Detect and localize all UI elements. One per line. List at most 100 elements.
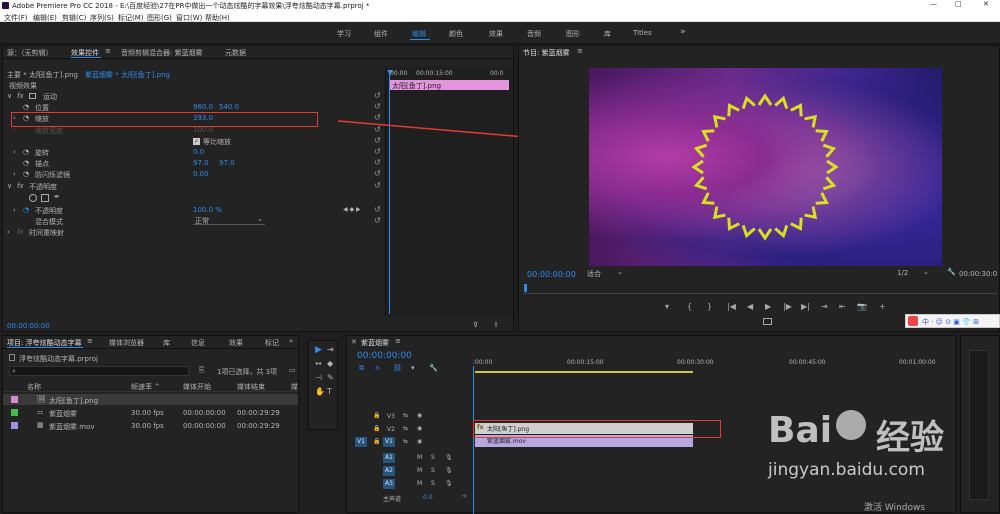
sync-lock-icon[interactable]: ⇆ <box>403 425 408 432</box>
tab-metadata[interactable]: 元数据 <box>225 48 246 58</box>
lock-icon[interactable]: 🔒 <box>373 412 380 419</box>
rectangle-mask-icon[interactable] <box>41 194 49 202</box>
uniform-scale-checkbox[interactable]: ✓ <box>193 138 200 145</box>
workspace-editing[interactable]: 编辑 <box>412 29 426 39</box>
stopwatch-icon[interactable]: ◔ <box>23 103 29 111</box>
blend-mode-select[interactable]: 正常 ⌄ <box>193 215 265 225</box>
lock-icon[interactable]: 🔒 <box>373 425 380 432</box>
mute-icon[interactable]: M <box>417 467 422 474</box>
export-icon[interactable]: ⇪ <box>493 321 499 329</box>
reset-icon[interactable]: ↺ <box>374 147 381 156</box>
tab-markers[interactable]: 标记 <box>265 338 279 348</box>
timeline-playhead[interactable] <box>473 366 474 514</box>
tab-libraries[interactable]: 库 <box>163 338 170 348</box>
program-timecode[interactable]: 00:00:00:00 <box>527 270 576 279</box>
minimize-button[interactable]: — <box>930 0 937 8</box>
safe-margins-icon[interactable] <box>763 318 772 325</box>
project-folder-icon[interactable]: ▭ <box>289 366 296 374</box>
position-x-value[interactable]: 960.0 <box>193 103 213 111</box>
zoom-select[interactable]: 适合 ⌄ <box>585 268 625 278</box>
reset-icon[interactable]: ↺ <box>374 181 381 190</box>
anchor-y-value[interactable]: 97.0 <box>219 159 235 167</box>
source-patch-v1[interactable]: V1 <box>355 437 367 447</box>
table-row[interactable]: 🖼 太阳[鱼丁].png <box>3 394 298 405</box>
ellipse-mask-icon[interactable] <box>29 194 37 202</box>
keyframe-navigator[interactable]: ◀ ◆ ▶ <box>343 206 361 213</box>
reset-icon[interactable]: ↺ <box>374 125 381 134</box>
expand-chevron-icon[interactable]: › <box>7 228 10 236</box>
snap-icon[interactable]: ∩ <box>375 364 380 372</box>
button-editor-button[interactable]: + <box>879 302 886 311</box>
project-menu-icon[interactable]: ≡ <box>87 337 93 345</box>
work-area-bar[interactable] <box>475 371 693 373</box>
play-button[interactable]: ▶ <box>765 302 771 311</box>
workspace-effects[interactable]: 效果 <box>489 29 503 39</box>
close-button[interactable]: ✕ <box>983 0 989 8</box>
mark-out-button[interactable]: } <box>707 302 712 311</box>
search-input[interactable]: ⌕ <box>9 366 189 376</box>
workspace-audio[interactable]: 音频 <box>527 29 541 39</box>
anti-flicker-value[interactable]: 0.00 <box>193 170 209 178</box>
workspace-color[interactable]: 颜色 <box>449 29 463 39</box>
track-label[interactable]: A2 <box>383 466 395 476</box>
filter-icon[interactable]: ⊽ <box>473 321 478 329</box>
stopwatch-icon[interactable]: ◔ <box>23 206 29 214</box>
mute-icon[interactable]: M <box>417 454 422 461</box>
keyframe-clip-bar[interactable]: 太阳[鱼丁].png <box>389 80 509 90</box>
pen-tool-icon[interactable]: ✎ <box>327 373 334 382</box>
anchor-x-value[interactable]: 97.0 <box>193 159 209 167</box>
tab-info[interactable]: 信息 <box>191 338 205 348</box>
track-label[interactable]: V3 <box>387 413 395 420</box>
go-to-out-button[interactable]: ▶| <box>801 302 810 311</box>
expand-chevron-icon[interactable]: › <box>13 206 16 214</box>
add-marker-button[interactable]: ▾ <box>665 302 669 311</box>
column-more[interactable]: 媒 <box>291 382 298 392</box>
extract-button[interactable]: ⇤ <box>839 302 846 311</box>
workspace-graphics[interactable]: 图形 <box>566 29 580 39</box>
maximize-button[interactable]: □ <box>955 0 962 8</box>
reset-icon[interactable]: ↺ <box>374 205 381 214</box>
tab-media-browser[interactable]: 媒体浏览器 <box>109 338 144 348</box>
lift-button[interactable]: ⇥ <box>821 302 828 311</box>
ripple-edit-tool-icon[interactable]: ↔ <box>315 359 322 368</box>
expand-chevron-icon[interactable]: › <box>13 148 16 156</box>
go-to-in-button[interactable]: |◀ <box>727 302 736 311</box>
expand-chevron-icon[interactable]: ∨ <box>7 182 12 190</box>
timeline-settings-icon[interactable]: 🔧 <box>429 364 438 372</box>
workspace-assembly[interactable]: 组件 <box>374 29 388 39</box>
quality-select[interactable]: 1/2 ⌄ <box>897 268 933 278</box>
nest-toggle-icon[interactable]: ⧉ <box>359 364 364 373</box>
master-track-end-icon[interactable]: ⊣ <box>461 493 466 500</box>
step-back-button[interactable]: ◀ <box>747 302 753 311</box>
razor-tool-icon[interactable]: ◆ <box>327 359 333 368</box>
sync-lock-icon[interactable]: ⇆ <box>403 412 408 419</box>
track-select-tool-icon[interactable]: ⇥ <box>327 345 334 354</box>
table-row[interactable]: ▦ 紫蓝烟雾.mov 30.00 fps 00:00:00:00 00:00:2… <box>3 420 298 431</box>
reset-icon[interactable]: ↺ <box>374 169 381 178</box>
expand-chevron-icon[interactable]: › <box>13 170 16 178</box>
timeline-timecode[interactable]: 00:00:00:00 <box>357 351 412 361</box>
master-clip-label[interactable]: 主要 * 太阳[鱼丁].png <box>7 70 78 80</box>
solo-icon[interactable]: S <box>431 480 435 487</box>
fx-badge[interactable]: fx <box>17 92 24 100</box>
timeline-ruler[interactable]: :00:00 00:00:15:00 00:00:30:00 00:00:45:… <box>473 358 953 376</box>
column-fps[interactable]: 帧速率 ^ <box>131 382 160 392</box>
step-forward-button[interactable]: |▶ <box>783 302 792 311</box>
position-y-value[interactable]: 540.0 <box>219 103 239 111</box>
workspace-libraries[interactable]: 库 <box>604 29 611 39</box>
stopwatch-icon[interactable]: ◔ <box>23 148 29 156</box>
tab-effects[interactable]: 效果 <box>229 338 243 348</box>
export-frame-button[interactable]: 📷 <box>857 302 867 311</box>
expand-chevron-icon[interactable]: ∨ <box>7 92 12 100</box>
reset-icon[interactable]: ↺ <box>374 158 381 167</box>
master-track-value[interactable]: 0.0 <box>423 494 433 501</box>
hand-tool-icon[interactable]: ✋ <box>315 387 325 396</box>
reset-icon[interactable]: ↺ <box>374 136 381 145</box>
fx-badge[interactable]: fx <box>17 182 24 190</box>
effect-panel-menu-icon[interactable]: ≡ <box>105 47 111 55</box>
slip-tool-icon[interactable]: ⊣ <box>315 373 322 382</box>
timeline-close-icon[interactable]: ✕ <box>351 338 357 346</box>
solo-icon[interactable]: S <box>431 454 435 461</box>
tab-audio-mixer[interactable]: 音频剪辑混合器: 紫蓝烟雾 <box>121 48 203 58</box>
effect-panel-timecode[interactable]: 00:00:00:00 <box>7 322 50 330</box>
